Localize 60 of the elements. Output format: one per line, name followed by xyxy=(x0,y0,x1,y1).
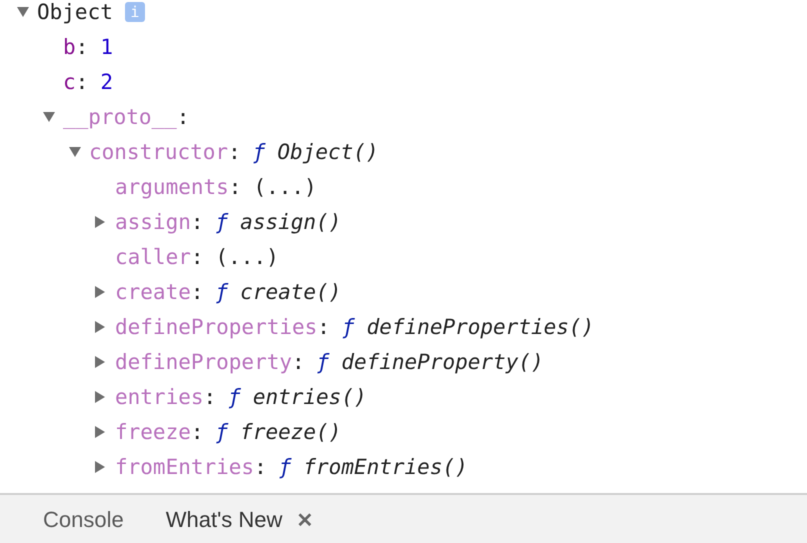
function-name: freeze() xyxy=(240,420,342,444)
collapse-triangle-icon[interactable] xyxy=(69,146,81,156)
property-name: assign xyxy=(115,210,191,234)
expand-triangle-icon[interactable] xyxy=(95,460,105,472)
function-marker: ƒ xyxy=(216,280,228,304)
drawer-tab[interactable]: Console xyxy=(43,507,124,533)
function-name: create() xyxy=(240,280,342,304)
function-marker: ƒ xyxy=(216,420,228,444)
expand-triangle-icon[interactable] xyxy=(95,286,105,298)
property-name: constructor xyxy=(89,140,228,164)
function-name: fromEntries() xyxy=(303,454,468,478)
function-marker: ƒ xyxy=(216,210,228,234)
function-marker: ƒ xyxy=(228,384,241,408)
colon: : xyxy=(204,384,216,408)
function-name: assign() xyxy=(240,210,342,234)
drawer-tab[interactable]: What's New ✕ xyxy=(166,507,314,533)
getter-value[interactable]: (...) xyxy=(253,174,317,198)
object-label: Object xyxy=(37,0,113,24)
property-name: b xyxy=(63,34,76,58)
getter-value[interactable]: (...) xyxy=(216,244,279,268)
function-name: Object() xyxy=(277,140,379,164)
property-name: defineProperty xyxy=(115,350,292,374)
property-name: fromEntries xyxy=(115,454,254,478)
colon: : xyxy=(190,280,204,304)
property-name: caller xyxy=(115,244,191,268)
colon: : xyxy=(176,104,190,128)
property-name: defineProperties xyxy=(115,314,318,338)
property-name: arguments xyxy=(115,174,229,198)
close-icon[interactable]: ✕ xyxy=(296,508,314,532)
colon: : xyxy=(228,174,242,198)
expand-triangle-icon[interactable] xyxy=(95,390,105,402)
function-marker: ƒ xyxy=(316,350,330,374)
expand-triangle-icon[interactable] xyxy=(95,426,105,438)
property-name: create xyxy=(115,280,191,304)
function-name: defineProperties() xyxy=(366,314,594,338)
colon: : xyxy=(76,34,88,58)
colon: : xyxy=(254,454,267,478)
colon: : xyxy=(292,350,305,374)
function-marker: ƒ xyxy=(278,454,292,478)
function-name: entries() xyxy=(252,384,367,408)
property-name: entries xyxy=(115,384,204,408)
property-name: freeze xyxy=(115,420,191,444)
colon: : xyxy=(190,210,204,234)
property-value: 2 xyxy=(100,70,113,94)
colon: : xyxy=(228,140,241,164)
expand-triangle-icon[interactable] xyxy=(95,356,105,368)
collapse-triangle-icon[interactable] xyxy=(43,112,55,122)
function-name: defineProperty() xyxy=(341,350,544,374)
function-marker: ƒ xyxy=(252,140,266,164)
function-marker: ƒ xyxy=(342,314,355,338)
expand-triangle-icon[interactable] xyxy=(95,216,105,228)
property-value: 1 xyxy=(100,34,113,58)
colon: : xyxy=(76,70,88,94)
collapse-triangle-icon[interactable] xyxy=(17,6,29,16)
property-name: c xyxy=(63,70,76,94)
colon: : xyxy=(190,420,204,444)
colon: : xyxy=(190,244,204,268)
property-name: __proto__ xyxy=(63,104,177,128)
expand-triangle-icon[interactable] xyxy=(95,320,105,332)
colon: : xyxy=(317,314,330,338)
